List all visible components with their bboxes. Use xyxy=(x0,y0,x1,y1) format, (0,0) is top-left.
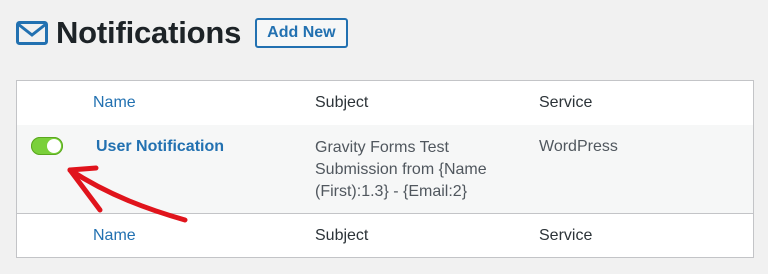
notification-service: WordPress xyxy=(539,138,618,155)
table-header-row: Name Subject Service xyxy=(17,81,753,126)
page-header: Notifications Add New xyxy=(16,14,348,52)
column-header-service: Service xyxy=(539,94,593,111)
annotation-arrow-icon xyxy=(67,165,188,223)
column-header-name[interactable]: Name xyxy=(93,94,136,112)
page-title: Notifications xyxy=(56,15,242,50)
mail-icon xyxy=(16,21,48,45)
add-new-button[interactable]: Add New xyxy=(255,18,348,48)
column-footer-service: Service xyxy=(539,227,593,244)
column-header-subject: Subject xyxy=(315,94,369,111)
notification-subject: Gravity Forms Test Submission from {Name… xyxy=(315,139,487,200)
column-footer-subject: Subject xyxy=(315,227,369,244)
